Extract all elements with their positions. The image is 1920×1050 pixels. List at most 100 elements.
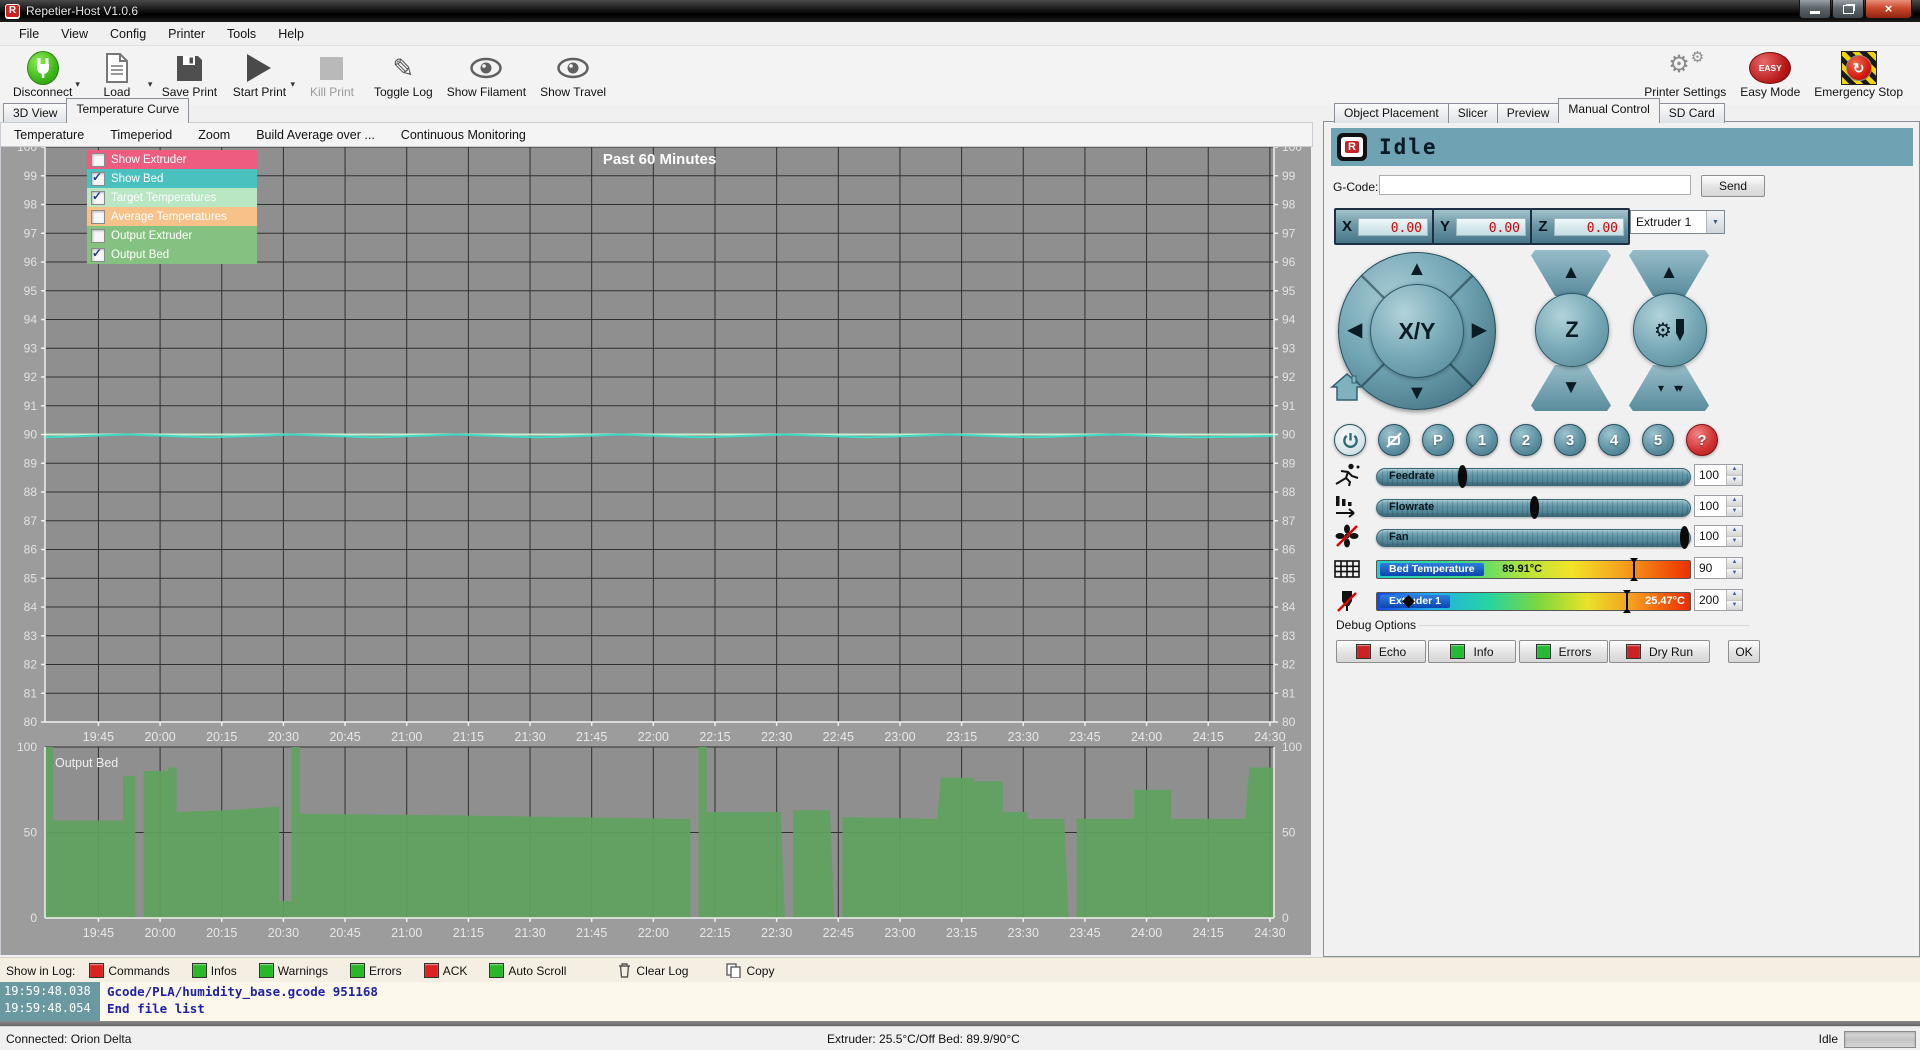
log-toggle-warnings[interactable]: Warnings bbox=[259, 963, 328, 978]
spin-up-icon[interactable]: ▲ bbox=[1727, 465, 1742, 476]
show-filament-button[interactable]: Show Filament bbox=[440, 49, 533, 99]
checkbox-icon[interactable]: ✓ bbox=[91, 191, 105, 205]
tab-sd-card[interactable]: SD Card bbox=[1659, 103, 1725, 123]
z-down-button[interactable]: ▼ bbox=[1531, 365, 1611, 411]
legend-item-target-temperatures[interactable]: ✓Target Temperatures bbox=[87, 188, 257, 207]
maximize-button[interactable] bbox=[1832, 0, 1864, 19]
preset-2-button[interactable]: 2 bbox=[1510, 424, 1542, 456]
z-pad-center[interactable]: Z bbox=[1535, 293, 1609, 367]
spin-down-icon[interactable]: ▼ bbox=[1727, 569, 1742, 579]
minimize-button[interactable] bbox=[1799, 0, 1831, 19]
legend-item-show-bed[interactable]: ✓Show Bed bbox=[87, 169, 257, 188]
emergency-stop-button[interactable]: ↻ Emergency Stop bbox=[1807, 49, 1910, 99]
tab-manual-control[interactable]: Manual Control bbox=[1558, 98, 1659, 123]
debug-dry-run-button[interactable]: Dry Run bbox=[1609, 640, 1710, 663]
chart-menu-build-average[interactable]: Build Average over ... bbox=[243, 125, 388, 145]
log-area[interactable]: 19:59:48.038 Gcode/PLA/humidity_base.gco… bbox=[0, 982, 1920, 1021]
extruder-temperature-bar[interactable]: Extruder 1 25.47°C bbox=[1376, 592, 1691, 611]
xy-pad-center[interactable]: X/Y bbox=[1370, 284, 1464, 378]
feedrate-spinner[interactable]: 100 ▲▼ bbox=[1694, 464, 1743, 486]
checkbox-icon[interactable]: ✓ bbox=[91, 172, 105, 186]
feedrate-slider-handle[interactable] bbox=[1458, 465, 1467, 488]
close-button[interactable]: × bbox=[1865, 0, 1912, 19]
spin-up-icon[interactable]: ▲ bbox=[1727, 526, 1742, 537]
park-button[interactable]: P bbox=[1422, 424, 1454, 456]
debug-errors-button[interactable]: Errors bbox=[1519, 640, 1608, 663]
menu-config[interactable]: Config bbox=[99, 24, 157, 44]
retract-fast-icon[interactable]: ▾▾ bbox=[1674, 381, 1680, 395]
debug-info-button[interactable]: Info bbox=[1428, 640, 1516, 663]
preset-5-button[interactable]: 5 bbox=[1642, 424, 1674, 456]
load-button[interactable]: Load bbox=[82, 49, 152, 99]
legend-item-show-extruder[interactable]: Show Extruder bbox=[87, 150, 257, 169]
tab-temperature-curve[interactable]: Temperature Curve bbox=[66, 98, 189, 123]
fan-slider-handle[interactable] bbox=[1680, 526, 1689, 549]
flowrate-slider-handle[interactable] bbox=[1530, 496, 1539, 519]
chart-menu-continuous-monitoring[interactable]: Continuous Monitoring bbox=[388, 125, 539, 145]
start-print-button[interactable]: Start Print bbox=[224, 49, 294, 99]
legend-item-output-extruder[interactable]: Output Extruder bbox=[87, 226, 257, 245]
copy-button[interactable]: Copy bbox=[726, 963, 774, 978]
printer-settings-button[interactable]: ⚙⚙ Printer Settings bbox=[1637, 49, 1733, 99]
move-x-minus-icon[interactable]: ◀ bbox=[1347, 320, 1362, 340]
retract-icon[interactable]: ▾ bbox=[1658, 381, 1664, 395]
extrude-button[interactable]: ▲ bbox=[1629, 250, 1709, 296]
help-button[interactable]: ? bbox=[1686, 424, 1718, 456]
bed-target-spinner[interactable]: 90 ▲▼ bbox=[1694, 557, 1743, 579]
disconnect-button[interactable]: Disconnect bbox=[6, 49, 79, 99]
motors-off-button[interactable] bbox=[1378, 424, 1410, 456]
chart-menu-temperature[interactable]: Temperature bbox=[1, 125, 97, 145]
checkbox-icon[interactable] bbox=[91, 153, 105, 167]
legend-item-average-temperatures[interactable]: Average Temperatures bbox=[87, 207, 257, 226]
menu-file[interactable]: File bbox=[8, 24, 50, 44]
feedrate-slider[interactable]: Feedrate bbox=[1376, 468, 1691, 486]
menu-printer[interactable]: Printer bbox=[157, 24, 216, 44]
home-button[interactable] bbox=[1330, 372, 1364, 407]
tab-preview[interactable]: Preview bbox=[1497, 103, 1560, 123]
log-toggle-ack[interactable]: ACK bbox=[424, 963, 468, 978]
menu-tools[interactable]: Tools bbox=[216, 24, 267, 44]
spin-up-icon[interactable]: ▲ bbox=[1727, 558, 1742, 569]
spin-down-icon[interactable]: ▼ bbox=[1727, 476, 1742, 486]
log-toggle-commands[interactable]: Commands bbox=[89, 963, 169, 978]
retract-buttons[interactable]: ▾ ▾▾ bbox=[1629, 365, 1709, 411]
chart-menu-timeperiod[interactable]: Timeperiod bbox=[97, 125, 185, 145]
extruder-target-spinner[interactable]: 200 ▲▼ bbox=[1694, 589, 1743, 611]
flowrate-spinner[interactable]: 100 ▲▼ bbox=[1694, 495, 1743, 517]
tab-slicer[interactable]: Slicer bbox=[1448, 103, 1498, 123]
spin-down-icon[interactable]: ▼ bbox=[1727, 507, 1742, 517]
menu-view[interactable]: View bbox=[50, 24, 99, 44]
checkbox-icon[interactable]: ✓ bbox=[91, 248, 105, 262]
preset-3-button[interactable]: 3 bbox=[1554, 424, 1586, 456]
flowrate-slider[interactable]: Flowrate bbox=[1376, 499, 1691, 517]
spin-up-icon[interactable]: ▲ bbox=[1727, 590, 1742, 601]
move-x-plus-icon[interactable]: ▶ bbox=[1472, 320, 1487, 340]
clear-log-button[interactable]: Clear Log bbox=[618, 963, 688, 978]
power-button[interactable] bbox=[1334, 424, 1366, 456]
easy-mode-button[interactable]: EASY Easy Mode bbox=[1733, 49, 1807, 99]
fan-spinner[interactable]: 100 ▲▼ bbox=[1694, 525, 1743, 547]
checkbox-icon[interactable] bbox=[91, 229, 105, 243]
log-toggle-errors[interactable]: Errors bbox=[350, 963, 402, 978]
log-toggle-auto-scroll[interactable]: Auto Scroll bbox=[489, 963, 566, 978]
tab-3d-view[interactable]: 3D View bbox=[3, 103, 67, 123]
preset-4-button[interactable]: 4 bbox=[1598, 424, 1630, 456]
fan-slider[interactable]: Fan bbox=[1376, 529, 1691, 547]
log-toggle-infos[interactable]: Infos bbox=[192, 963, 237, 978]
bed-target-marker[interactable] bbox=[1633, 558, 1635, 581]
gcode-input[interactable] bbox=[1379, 175, 1691, 195]
load-dropdown-icon[interactable]: ▾ bbox=[148, 79, 153, 90]
panel-splitter[interactable] bbox=[1311, 122, 1323, 955]
chart-menu-zoom[interactable]: Zoom bbox=[185, 125, 243, 145]
debug-ok-button[interactable]: OK bbox=[1728, 640, 1760, 663]
disconnect-dropdown-icon[interactable]: ▾ bbox=[75, 79, 80, 90]
debug-echo-button[interactable]: Echo bbox=[1336, 640, 1426, 663]
start-print-dropdown-icon[interactable]: ▾ bbox=[290, 79, 295, 90]
legend-item-output-bed[interactable]: ✓Output Bed bbox=[87, 245, 257, 264]
spin-down-icon[interactable]: ▼ bbox=[1727, 601, 1742, 611]
bed-temperature-bar[interactable]: Bed Temperature 89.91°C bbox=[1376, 560, 1691, 579]
extruder-select[interactable]: Extruder 1 ▼ bbox=[1630, 210, 1725, 234]
move-y-plus-icon[interactable]: ▲ bbox=[1407, 259, 1427, 279]
spin-down-icon[interactable]: ▼ bbox=[1727, 537, 1742, 547]
move-y-minus-icon[interactable]: ▼ bbox=[1407, 383, 1427, 403]
